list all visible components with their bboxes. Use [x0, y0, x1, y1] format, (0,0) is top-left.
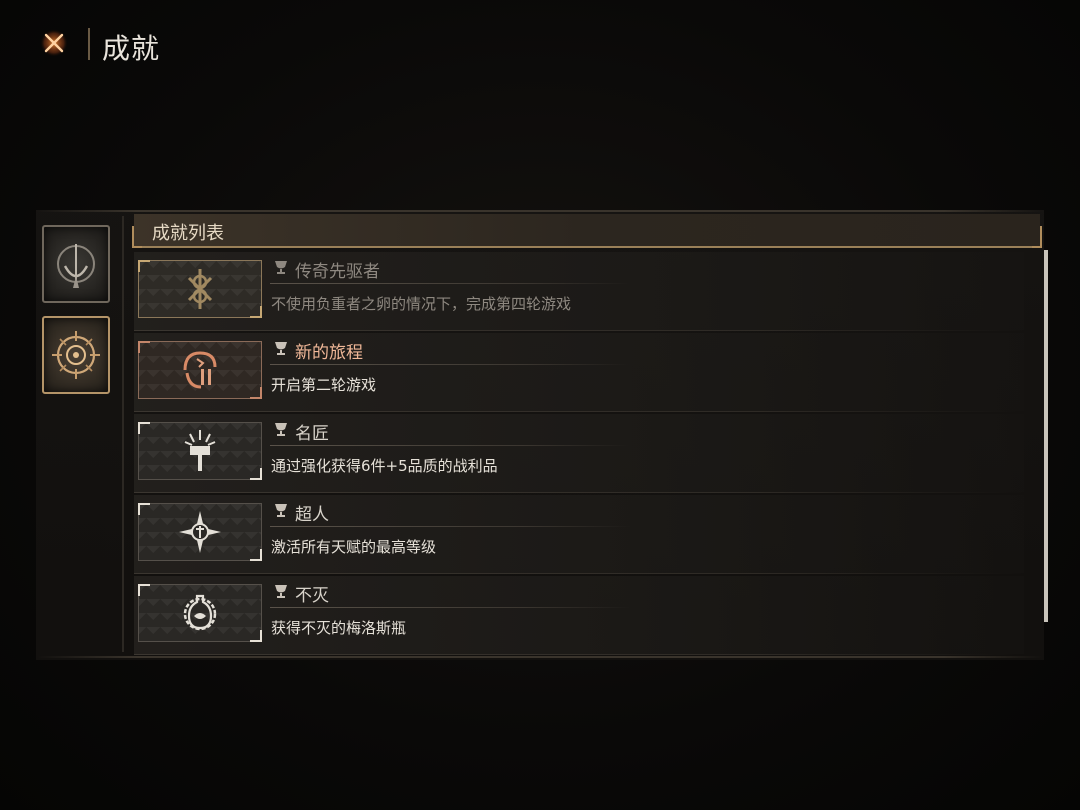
category-tab-1[interactable]: [42, 225, 110, 303]
panel-bottom-border: [36, 656, 1044, 658]
header-divider: [88, 28, 90, 60]
achievement-badge: [138, 422, 262, 480]
trophy-icon: [275, 261, 287, 274]
header-corner-ornament: [132, 226, 142, 248]
scrollbar-thumb[interactable]: [1044, 250, 1048, 622]
achievement-row[interactable]: 传奇先驱者 不使用负重者之卵的情况下，完成第四轮游戏: [134, 252, 1024, 331]
header-corner-ornament: [1032, 226, 1042, 248]
star-rune-icon: [179, 511, 221, 553]
achievement-description: 不使用负重者之卵的情况下，完成第四轮游戏: [271, 295, 572, 313]
dragon-roman-ii-icon: [183, 351, 217, 389]
hammer-burst-icon: [184, 430, 216, 471]
sidebar-divider: [122, 216, 124, 652]
scrollbar[interactable]: [1044, 250, 1048, 622]
achievement-description: 获得不灭的梅洛斯瓶: [271, 619, 407, 637]
panel-top-border: [36, 210, 1044, 212]
achievement-title: 不灭: [295, 586, 329, 606]
achievement-description: 通过强化获得6件+5品质的战利品: [271, 457, 498, 475]
achievement-row[interactable]: 新的旅程 开启第二轮游戏: [134, 333, 1024, 412]
category-tab-2[interactable]: [42, 316, 110, 394]
achievement-title: 传奇先驱者: [295, 262, 380, 282]
achievement-row[interactable]: 超人 激活所有天赋的最高等级: [134, 495, 1024, 574]
achievement-badge: [138, 341, 262, 399]
achievement-badge: [138, 260, 262, 318]
achievement-title: 超人: [295, 505, 329, 525]
achievement-badge: [138, 584, 262, 642]
crescent-blade-emblem-icon: [57, 244, 95, 288]
list-header-label: 成就列表: [152, 223, 224, 244]
achievement-title: 新的旅程: [295, 343, 363, 363]
close-x-icon: [40, 29, 68, 57]
page-title: 成就: [102, 32, 161, 65]
achievement-badge: [138, 503, 262, 561]
achievement-title: 名匠: [295, 424, 329, 444]
close-button[interactable]: [37, 26, 71, 60]
ornate-flask-icon: [183, 594, 217, 631]
top-bar: 成就: [0, 0, 1080, 90]
achievement-description: 开启第二轮游戏: [271, 376, 377, 394]
achievement-row[interactable]: 名匠 通过强化获得6件+5品质的战利品: [134, 414, 1024, 493]
trophy-icon: [275, 423, 287, 436]
trophy-icon: [275, 585, 287, 598]
achievement-description: 激活所有天赋的最高等级: [271, 538, 437, 556]
list-header: 成就列表: [132, 214, 1042, 248]
compass-sun-emblem-icon: [52, 331, 100, 379]
trophy-icon: [275, 342, 287, 355]
rune-knot-icon: [187, 269, 213, 309]
achievement-row[interactable]: 不灭 获得不灭的梅洛斯瓶: [134, 576, 1024, 655]
trophy-icon: [275, 504, 287, 517]
